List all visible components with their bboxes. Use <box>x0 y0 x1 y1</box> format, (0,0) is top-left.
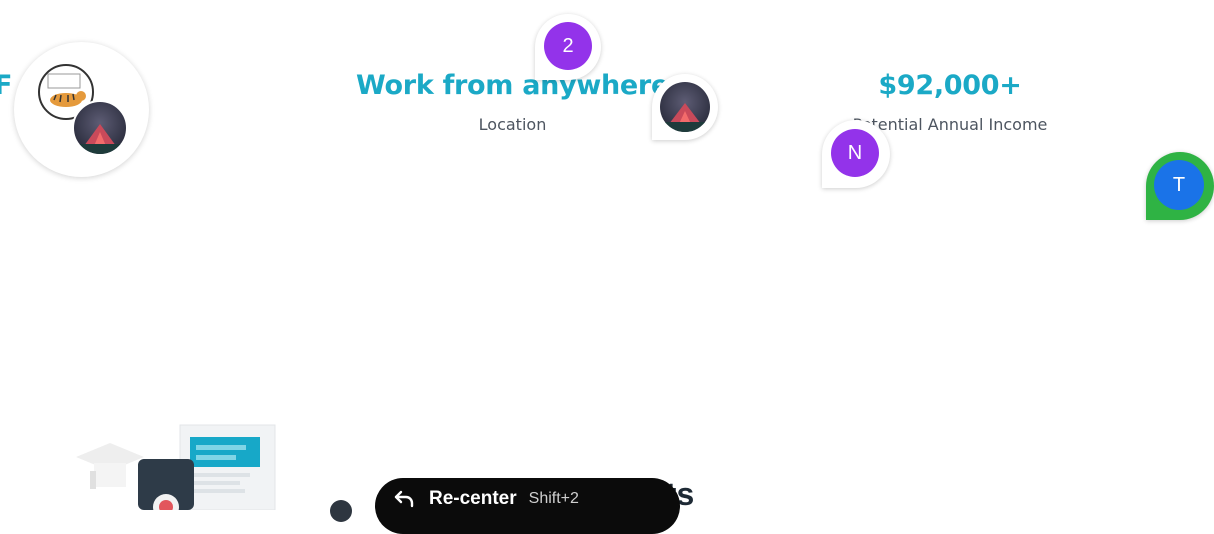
cursor-count-pin[interactable]: 2 <box>535 14 601 80</box>
cursor-user-t-pin[interactable]: T <box>1146 152 1214 220</box>
stat-location-label: Location <box>478 115 547 134</box>
undo-arrow-icon <box>394 490 414 508</box>
re-center-button[interactable]: Re-center Shift+2 <box>375 478 680 534</box>
re-center-shortcut: Shift+2 <box>528 490 579 507</box>
cursor-user-n-pin[interactable]: N <box>822 120 890 188</box>
re-center-label: Re-center <box>429 488 517 509</box>
stat-location-value: Work from anywhere <box>356 70 669 101</box>
education-illustration <box>76 424 276 510</box>
partial-avatar <box>330 500 352 522</box>
count-badge: 2 <box>544 22 592 70</box>
stat-income-value: $92,000+ <box>878 70 1022 101</box>
stat-location: Work from anywhere Location <box>340 70 685 134</box>
avatar-group-bubble[interactable] <box>14 42 149 177</box>
volcano-icon <box>660 103 710 132</box>
volcano-cursor-avatar <box>660 82 710 132</box>
volcano-icon <box>74 124 126 154</box>
volcano-avatar <box>72 100 128 156</box>
user-t-avatar: T <box>1154 160 1204 210</box>
user-n-avatar: N <box>831 129 879 177</box>
cursor-volcano-pin[interactable] <box>652 74 718 140</box>
